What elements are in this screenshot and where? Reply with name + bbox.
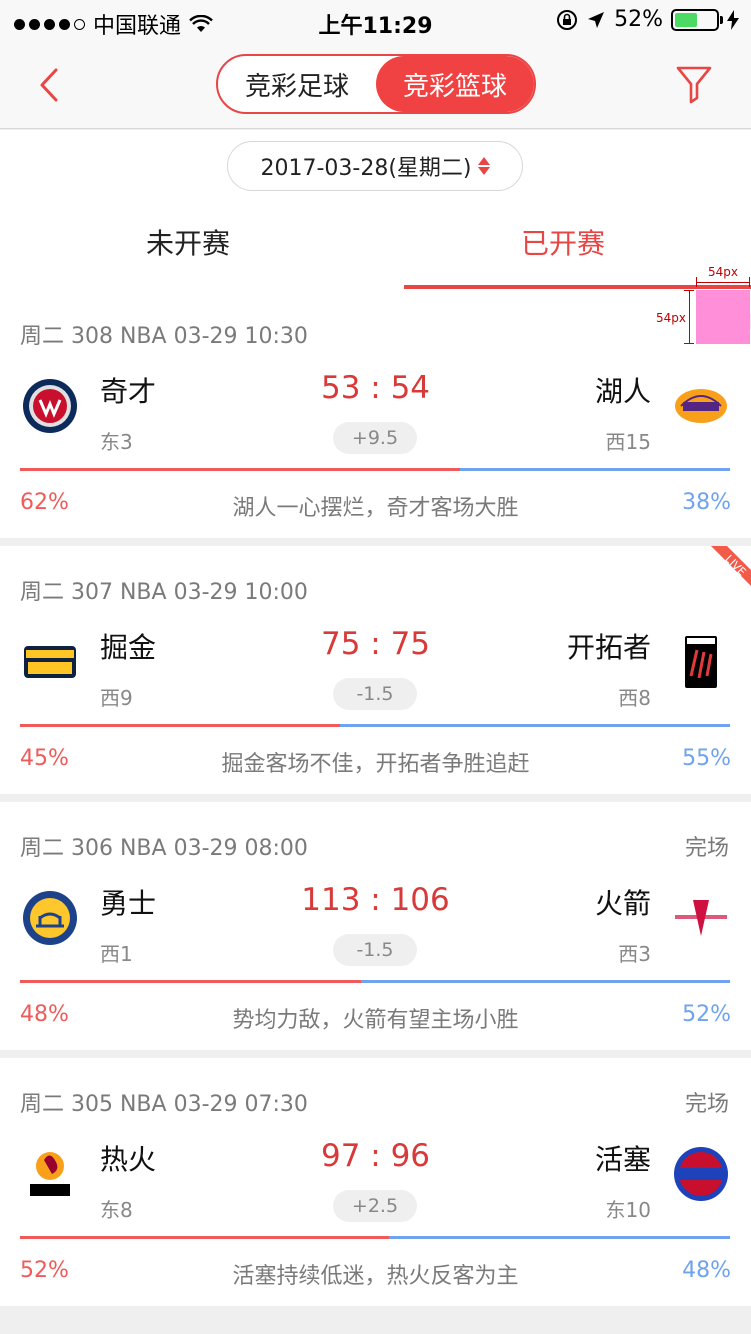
annotation-tick [684, 290, 694, 291]
support-ratio-bar [20, 724, 730, 727]
tab-active-indicator [404, 285, 751, 289]
away-team-name: 湖人 [594, 375, 651, 408]
date-label: 2017-03-28(星期二) [260, 156, 472, 181]
away-support-percent: 48% [682, 1258, 731, 1283]
away-support-percent: 52% [682, 1002, 731, 1027]
support-ratio-bar [20, 468, 730, 471]
support-ratio-bar [20, 980, 730, 983]
segment-football[interactable]: 竞彩足球 [218, 56, 376, 112]
annotation-tick [684, 343, 694, 344]
away-team-rank: 西15 [605, 430, 651, 454]
handicap-badge: -1.5 [333, 934, 417, 966]
home-support-fill [20, 1236, 390, 1239]
tab-started[interactable]: 已开赛 [463, 222, 663, 262]
battery-icon [671, 8, 723, 31]
annotation-tick [749, 277, 750, 287]
away-team-rank: 西3 [618, 942, 651, 966]
home-team-rank: 东8 [100, 1198, 133, 1222]
match-state: 完场 [684, 1092, 729, 1117]
pistons-logo-icon [671, 1144, 731, 1204]
annotation-height-line [689, 290, 690, 344]
annotation-height-label: 54px [656, 311, 686, 325]
sort-arrows-icon [477, 157, 490, 175]
annotation-tick [696, 277, 697, 287]
home-support-fill [20, 724, 340, 727]
segment-basketball[interactable]: 竞彩篮球 [376, 56, 534, 112]
match-meta: 周二 307 NBA 03-29 10:00 [20, 580, 308, 605]
match-comment: 掘金客场不佳，开拓者争胜追赶 [221, 752, 530, 777]
away-team-rank: 西8 [618, 686, 651, 710]
annotation-width-line [696, 282, 750, 283]
handicap-badge: +9.5 [333, 422, 417, 454]
home-team-rank: 东3 [100, 430, 133, 454]
battery-percent: 52% [614, 7, 663, 32]
match-comment: 势均力敌，火箭有望主场小胜 [232, 1008, 519, 1033]
away-team-name: 活塞 [594, 1143, 651, 1176]
lakers-logo-icon [671, 376, 731, 436]
match-comment: 活塞持续低迷，热火反客为主 [232, 1264, 519, 1289]
home-support-fill [20, 980, 361, 983]
away-support-percent: 38% [682, 490, 731, 515]
location-icon [588, 11, 605, 28]
tab-not-started[interactable]: 未开赛 [88, 222, 288, 262]
date-picker[interactable]: 2017-03-28(星期二) [227, 141, 523, 191]
match-meta: 周二 308 NBA 03-29 10:30 [20, 324, 308, 349]
sport-segment-control: 竞彩足球 竞彩篮球 [216, 54, 536, 114]
rockets-logo-icon [671, 888, 731, 948]
match-card[interactable]: 周二 308 NBA 03-29 10:30 奇才 东3 53 : 54 +9.… [0, 290, 751, 538]
filter-icon[interactable] [675, 64, 713, 104]
home-team-rank: 西1 [100, 942, 133, 966]
orientation-lock-icon [557, 9, 578, 30]
away-support-percent: 55% [682, 746, 731, 771]
status-bar: 中国联通 上午11:29 52% [0, 0, 751, 40]
away-team-rank: 东10 [605, 1198, 651, 1222]
handicap-badge: -1.5 [333, 678, 417, 710]
annotation-width-label: 54px [708, 265, 738, 279]
match-card[interactable]: 周二 307 NBA 03-29 10:00 掘金 西9 75 : 75 -1.… [0, 546, 751, 794]
match-comment: 湖人一心摆烂，奇才客场大胜 [232, 496, 519, 521]
away-team-name: 火箭 [594, 887, 651, 920]
live-badge: LIVE [697, 546, 751, 600]
handicap-badge: +2.5 [333, 1190, 417, 1222]
match-meta: 周二 305 NBA 03-29 07:30 [20, 1092, 308, 1117]
blazers-logo-icon [671, 632, 731, 692]
date-tab-header: 2017-03-28(星期二) 未开赛 已开赛 [0, 130, 751, 290]
home-team-rank: 西9 [100, 686, 133, 710]
match-state: 完场 [684, 836, 729, 861]
back-icon[interactable] [30, 60, 70, 110]
charging-icon [727, 9, 739, 30]
match-meta: 周二 306 NBA 03-29 08:00 [20, 836, 308, 861]
home-support-fill [20, 468, 461, 471]
away-team-name: 开拓者 [566, 631, 651, 664]
match-card[interactable]: 周二 305 NBA 03-29 07:30 完场 热火 东8 97 : 96 … [0, 1058, 751, 1306]
nav-bar: 竞彩足球 竞彩篮球 [0, 40, 751, 129]
support-ratio-bar [20, 1236, 730, 1239]
match-card[interactable]: 周二 306 NBA 03-29 08:00 完场 勇士 西1 113 : 10… [0, 802, 751, 1050]
live-badge-size-annotation [696, 290, 750, 344]
